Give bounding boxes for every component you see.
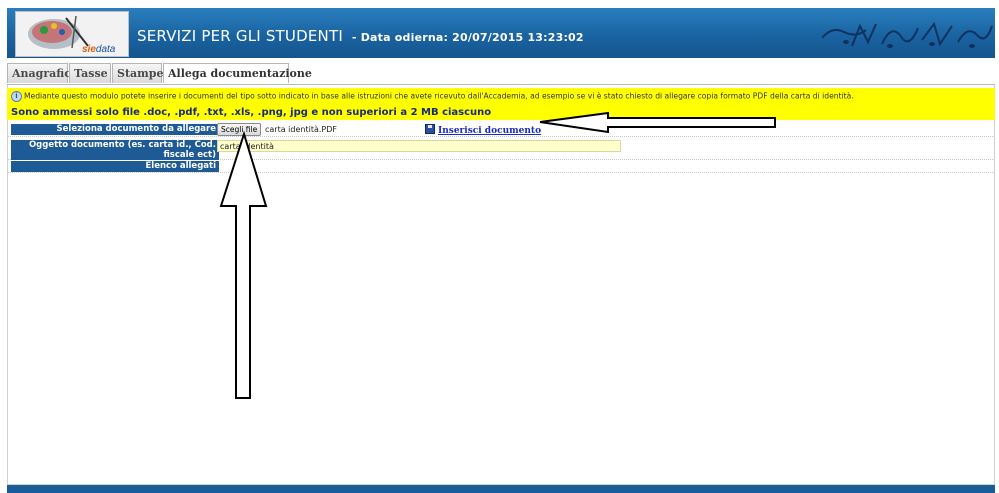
subject-label-line2: fiscale ect) (163, 150, 216, 160)
attachments-row: Elenco allegati (7, 161, 995, 173)
subject-label-line1: Oggetto documento (es. carta id., Cod. (28, 140, 216, 150)
date-label: - Data odierna: 20/07/2015 13:23:02 (351, 31, 584, 44)
allowed-files-note: Sono ammessi solo file .doc, .pdf, .txt,… (11, 107, 492, 118)
subject-input[interactable] (217, 140, 621, 152)
tab-stampe[interactable]: Stampe (112, 63, 163, 83)
insert-document-label: Inserisci documento (438, 126, 542, 136)
info-icon: i (11, 91, 22, 102)
app-title: SERVIZI PER GLI STUDENTI - Data odierna:… (137, 27, 584, 45)
footer-bar (7, 485, 995, 493)
chosen-file-name: carta identità.PDF (265, 125, 337, 134)
attachments-label: Elenco allegati (11, 161, 219, 172)
subject-label: Oggetto documento (es. carta id., Cod. f… (11, 140, 219, 160)
save-disk-icon (425, 124, 435, 134)
logo[interactable]: siedata (15, 11, 129, 57)
header-banner: siedata SERVIZI PER GLI STUDENTI - Data … (7, 8, 995, 58)
svg-text:siedata: siedata (82, 44, 116, 55)
tab-bar: Anagrafica Tasse Stampe Allega documenta… (7, 58, 995, 85)
notice-box: i Mediante questo modulo potete inserire … (7, 88, 995, 120)
tab-anagrafica[interactable]: Anagrafica (7, 63, 78, 83)
choose-file-button[interactable]: Scegli file (217, 123, 262, 136)
notice-text: i Mediante questo modulo potete inserire … (11, 91, 854, 102)
music-notes-decoration (822, 21, 993, 48)
subject-row: Oggetto documento (es. carta id., Cod. f… (7, 138, 995, 160)
app-title-text: SERVIZI PER GLI STUDENTI (137, 27, 343, 45)
logo-icon: siedata (28, 15, 116, 55)
tab-tasse[interactable]: Tasse (69, 63, 111, 83)
tab-allega-documentazione[interactable]: Allega documentazione (163, 63, 312, 83)
select-document-row: Seleziona documento da allegare Scegli f… (7, 122, 995, 137)
insert-document-link[interactable]: Inserisci documento (425, 124, 541, 136)
notice-line1: Mediante questo modulo potete inserire i… (24, 91, 854, 101)
select-document-label: Seleziona documento da allegare (11, 124, 219, 135)
